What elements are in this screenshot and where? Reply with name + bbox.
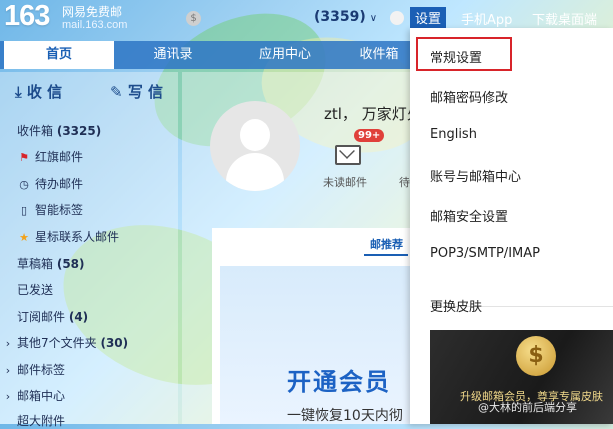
compose-button[interactable]: ✎ 写 信 bbox=[110, 80, 163, 104]
sidebar-item-todo[interactable]: ◷ 待办邮件 bbox=[17, 175, 83, 192]
menu-item-change-password[interactable]: 邮箱密码修改 bbox=[430, 87, 508, 106]
menu-item-security-settings[interactable]: 邮箱安全设置 bbox=[430, 206, 508, 225]
sidebar-item-mailbox-center[interactable]: › 邮箱中心 bbox=[3, 387, 65, 404]
promo-banner[interactable] bbox=[220, 266, 410, 424]
folder-label: 已发送 bbox=[17, 283, 54, 297]
menu-item-english[interactable]: English bbox=[430, 127, 477, 142]
highlight-box bbox=[416, 37, 512, 71]
caret-right-icon: › bbox=[5, 337, 11, 350]
menu-item-account-center[interactable]: 账号与邮箱中心 bbox=[430, 166, 521, 185]
tab-home[interactable]: 首页 bbox=[4, 41, 114, 69]
star-icon: ★ bbox=[19, 231, 29, 244]
sidebar-item-mail-tags[interactable]: › 邮件标签 bbox=[3, 361, 65, 378]
caret-right-icon: › bbox=[5, 364, 11, 377]
folder-count: (30) bbox=[100, 336, 129, 350]
logo-163[interactable]: 163 bbox=[4, 0, 50, 33]
tab-active-underline bbox=[364, 254, 408, 256]
coin-icon: $ bbox=[516, 336, 556, 376]
compose-label: 写 信 bbox=[127, 83, 164, 101]
promo-subtitle: 一键恢复10天内彻 bbox=[287, 408, 403, 424]
sidebar-item-other-folders[interactable]: › 其他7个文件夹 (30) bbox=[3, 334, 128, 351]
menu-item-change-skin[interactable]: 更换皮肤 bbox=[430, 296, 482, 315]
avatar-head-shape bbox=[240, 119, 270, 151]
folder-count: (58) bbox=[56, 257, 85, 271]
folder-count: (4) bbox=[68, 310, 89, 324]
watermark: @大林的前后端分享 bbox=[478, 401, 577, 414]
caret-right-icon: › bbox=[5, 390, 11, 403]
folder-count: (3325) bbox=[56, 124, 102, 138]
edit-icon: ✎ bbox=[110, 83, 123, 101]
mail-count-value: (3359) bbox=[314, 9, 366, 25]
logo-tagline: 网易免费邮 bbox=[62, 5, 123, 19]
download-desktop-link[interactable]: 下载桌面端 bbox=[532, 9, 597, 28]
unread-badge: 99+ bbox=[354, 129, 385, 142]
promo-title[interactable]: 开通会员 bbox=[287, 362, 391, 397]
folder-label: 草稿箱 bbox=[17, 257, 54, 271]
tab-recommend[interactable]: 邮推荐 bbox=[370, 236, 403, 252]
sidebar-item-drafts[interactable]: 草稿箱 (58) bbox=[17, 255, 85, 272]
avatar[interactable] bbox=[390, 11, 404, 25]
account-mail-count[interactable]: (3359) ∨ bbox=[314, 9, 377, 25]
tab-app-center[interactable]: 应用中心 bbox=[230, 41, 340, 69]
envelope-icon[interactable] bbox=[335, 145, 361, 165]
receive-label: 收 信 bbox=[26, 83, 63, 101]
pending-mail-link[interactable]: 待 bbox=[399, 174, 410, 190]
settings-link[interactable]: 设置 bbox=[410, 7, 447, 28]
folder-label: 收件箱 bbox=[17, 124, 54, 138]
download-icon: ⤓ bbox=[15, 83, 22, 101]
avatar-body-shape bbox=[226, 153, 284, 191]
sidebar-item-large-attachments[interactable]: 超大附件 bbox=[17, 412, 65, 429]
username: ztl， 万家灯火 bbox=[324, 105, 422, 123]
sidebar-item-inbox[interactable]: 收件箱 (3325) bbox=[17, 122, 101, 139]
folder-label: 订阅邮件 bbox=[17, 310, 66, 324]
folder-label: 红旗邮件 bbox=[35, 150, 84, 164]
tab-inbox[interactable]: 收件箱 bbox=[344, 41, 414, 69]
unread-mail-link[interactable]: 未读邮件 bbox=[323, 174, 367, 190]
coin-icon[interactable]: $ bbox=[186, 11, 201, 26]
folder-label: 星标联系人邮件 bbox=[35, 230, 120, 244]
folder-label: 待办邮件 bbox=[35, 177, 84, 191]
tag-icon: ▯ bbox=[20, 204, 28, 217]
clock-icon: ◷ bbox=[19, 178, 29, 191]
profile-avatar[interactable] bbox=[210, 101, 300, 191]
tab-contacts[interactable]: 通讯录 bbox=[118, 41, 228, 69]
folder-label: 智能标签 bbox=[35, 203, 84, 217]
mobile-app-link[interactable]: 手机App bbox=[461, 9, 512, 28]
sidebar-item-subscriptions[interactable]: 订阅邮件 (4) bbox=[17, 308, 88, 325]
folder-label: 超大附件 bbox=[17, 414, 66, 428]
sidebar-item-sent[interactable]: 已发送 bbox=[17, 281, 53, 298]
chevron-down-icon: ∨ bbox=[369, 13, 378, 24]
menu-item-pop3-smtp-imap[interactable]: POP3/SMTP/IMAP bbox=[430, 246, 540, 261]
folder-label: 邮箱中心 bbox=[17, 389, 66, 403]
sidebar-item-starred-contacts[interactable]: ★ 星标联系人邮件 bbox=[17, 228, 119, 245]
sidebar-item-smart-tags[interactable]: ▯ 智能标签 bbox=[17, 201, 83, 218]
receive-mail-button[interactable]: ⤓ 收 信 bbox=[15, 80, 62, 104]
folder-label: 其他7个文件夹 bbox=[17, 336, 97, 350]
folder-label: 邮件标签 bbox=[17, 363, 66, 377]
flag-icon: ⚑ bbox=[19, 151, 29, 164]
sidebar-item-flagged[interactable]: ⚑ 红旗邮件 bbox=[17, 148, 83, 165]
logo-domain: mail.163.com bbox=[62, 19, 128, 31]
